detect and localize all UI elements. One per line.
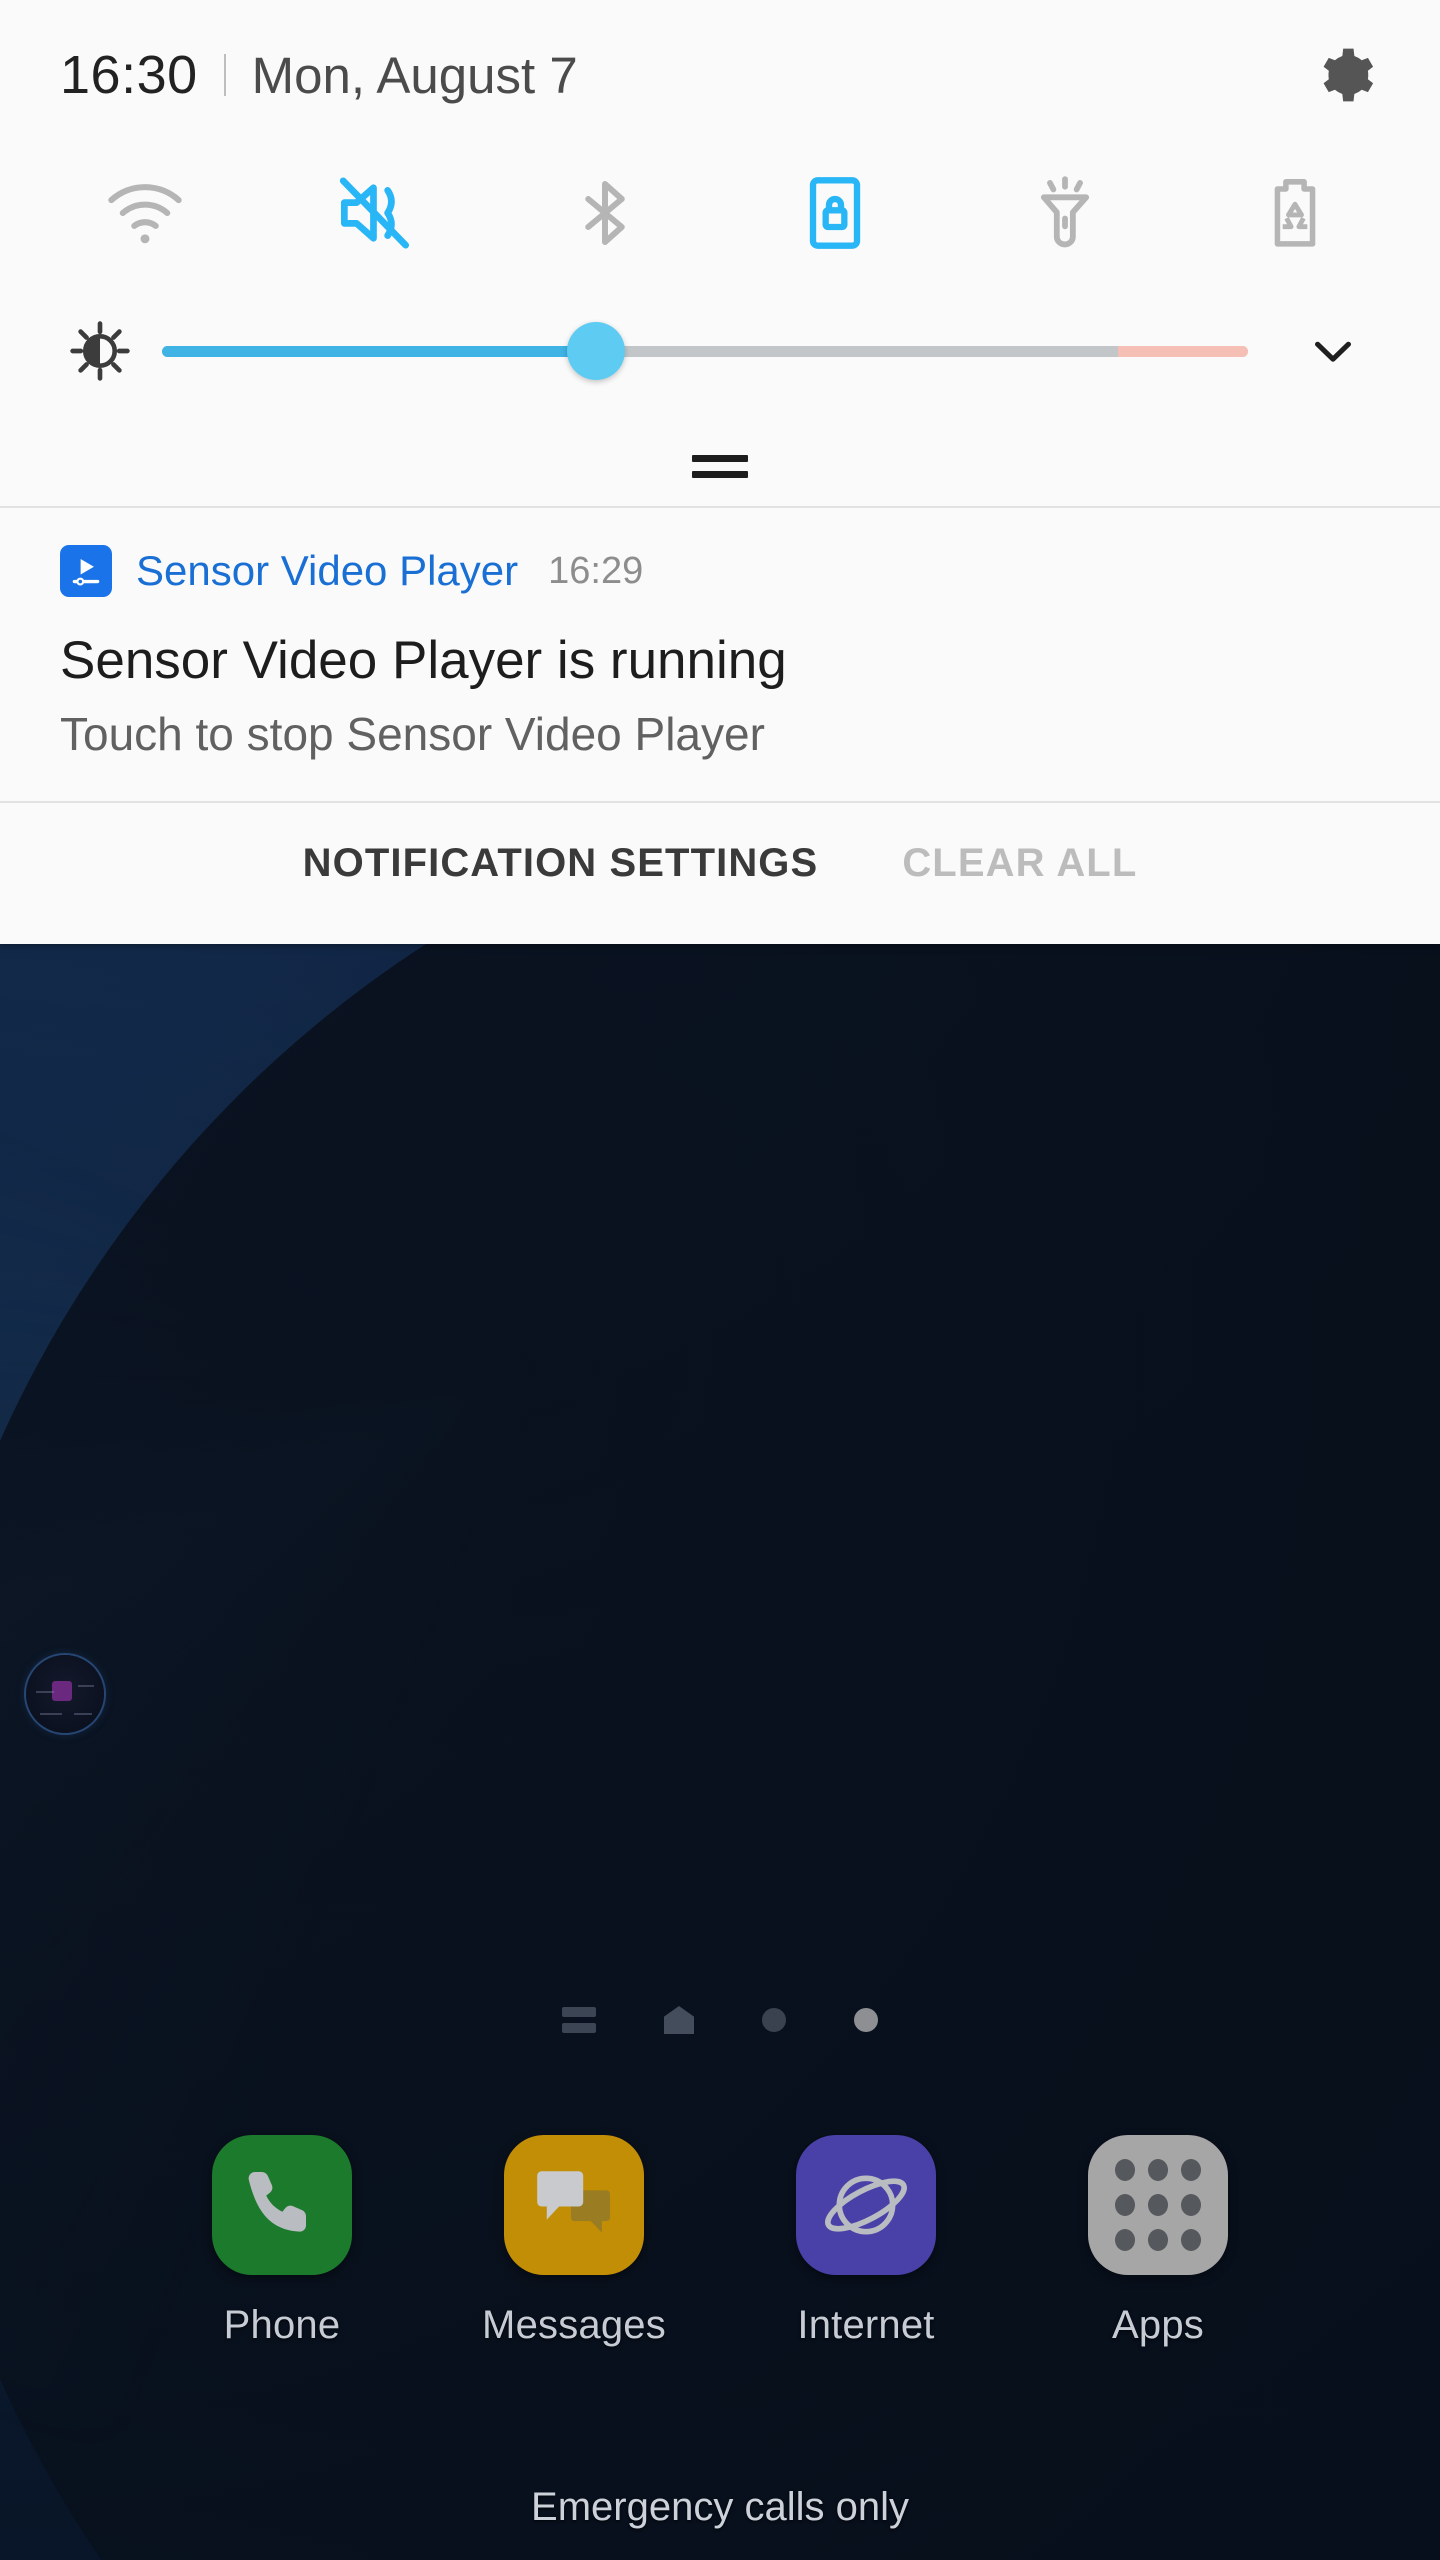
panel-drag-handle[interactable] <box>0 426 1440 506</box>
brightness-thumb[interactable] <box>567 322 626 380</box>
page-indicator-home-page[interactable] <box>664 2006 694 2034</box>
chevron-down-icon[interactable] <box>1278 322 1388 380</box>
brightness-warm-zone <box>1117 345 1248 357</box>
page-indicator-row <box>0 1992 1440 2048</box>
bluetooth-icon <box>585 180 625 246</box>
page-indicator-bixby-page[interactable] <box>562 2007 596 2033</box>
dock-item-apps[interactable]: Apps <box>1052 2135 1264 2348</box>
dock-label-messages: Messages <box>482 2303 666 2347</box>
circular-thumbnail-widget[interactable] <box>26 1655 104 1733</box>
dock-item-phone[interactable]: Phone <box>176 2135 388 2348</box>
auto-brightness-icon <box>52 320 148 382</box>
phone-handset-icon <box>212 2135 352 2275</box>
quick-toggle-flashlight[interactable] <box>950 150 1180 276</box>
notification-time: 16:29 <box>548 549 644 592</box>
notification-header: Sensor Video Player 16:29 <box>0 540 1440 602</box>
notification-shade: 16:30 Mon, August 7 Sensor Video Player … <box>0 0 1440 944</box>
rotation-lock-icon <box>809 177 861 249</box>
volume-mute-icon <box>339 177 410 249</box>
dock-item-internet[interactable]: Internet <box>760 2135 972 2348</box>
notification-action-bar: NOTIFICATION SETTINGS CLEAR ALL <box>0 803 1440 923</box>
header-divider <box>223 54 226 96</box>
android-screen: Phone Messages Internet Apps Emergency c… <box>0 0 1440 2560</box>
quick-settings-toggle-row <box>0 150 1440 276</box>
brightness-slider[interactable] <box>162 321 1248 381</box>
quick-toggle-sound-mute[interactable] <box>260 150 490 276</box>
video-player-icon <box>60 545 112 597</box>
quick-toggle-bluetooth[interactable] <box>490 150 720 276</box>
status-date: Mon, August 7 <box>251 46 578 104</box>
clear-all-button[interactable]: CLEAR ALL <box>902 841 1137 886</box>
brightness-fill <box>162 345 597 357</box>
home-dock: Phone Messages Internet Apps <box>0 2135 1440 2475</box>
notification-body: Touch to stop Sensor Video Player <box>60 708 765 760</box>
brightness-track <box>162 345 1248 357</box>
wifi-icon <box>108 184 182 244</box>
quick-toggle-rotation-lock[interactable] <box>720 150 950 276</box>
notification-app-name: Sensor Video Player <box>136 547 519 594</box>
flashlight-icon <box>1040 176 1090 248</box>
notification-title: Sensor Video Player is running <box>60 631 787 690</box>
widget-chip <box>52 1681 72 1701</box>
quick-settings-header: 16:30 Mon, August 7 <box>0 0 1440 150</box>
notification-item[interactable]: Sensor Video Player 16:29 Sensor Video P… <box>0 508 1440 801</box>
app-grid-icon <box>1088 2135 1228 2275</box>
dock-label-phone: Phone <box>223 2303 341 2347</box>
page-indicator-dot-2[interactable] <box>854 2008 878 2032</box>
dock-label-internet: Internet <box>797 2303 935 2347</box>
page-indicator-dot-1[interactable] <box>762 2008 786 2032</box>
quick-toggle-wifi[interactable] <box>30 150 260 276</box>
gear-icon[interactable] <box>1302 32 1388 118</box>
brightness-slider-row <box>0 276 1440 426</box>
speech-bubbles-icon <box>504 2135 644 2275</box>
status-clock: 16:30 <box>60 45 198 105</box>
dock-label-apps: Apps <box>1112 2303 1204 2347</box>
carrier-status-text: Emergency calls only <box>531 2485 909 2529</box>
battery-recycle-icon <box>1274 179 1316 247</box>
dock-item-messages[interactable]: Messages <box>468 2135 680 2348</box>
quick-toggle-power-saving[interactable] <box>1180 150 1410 276</box>
notification-settings-button[interactable]: NOTIFICATION SETTINGS <box>303 841 819 886</box>
planet-icon <box>796 2135 936 2275</box>
